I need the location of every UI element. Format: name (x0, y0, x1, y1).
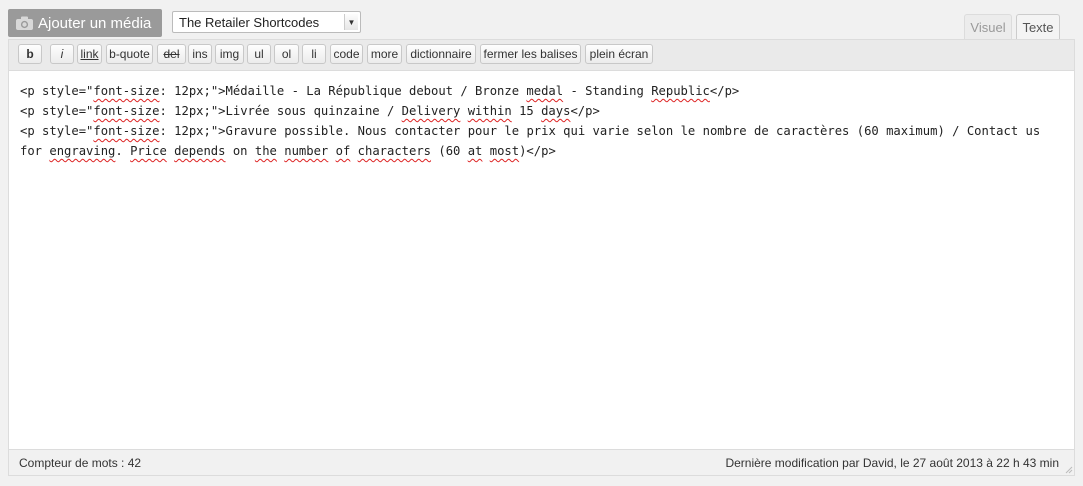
last-modified: Dernière modification par David, le 27 a… (725, 455, 1059, 470)
tab-visual[interactable]: Visuel (964, 14, 1012, 40)
shortcode-select-value: The Retailer Shortcodes (179, 14, 320, 30)
quicktag-b-button[interactable]: b (18, 44, 42, 64)
quicktag-ol-button[interactable]: ol (274, 44, 299, 64)
code-line: <p style="font-size: 12px;">Livrée sous … (20, 104, 600, 118)
quicktag-more-button[interactable]: more (367, 44, 402, 64)
quicktag-ins-button[interactable]: ins (188, 44, 212, 64)
dropdown-arrow-icon: ▼ (344, 14, 358, 30)
add-media-button[interactable]: Ajouter un média (8, 9, 162, 37)
quicktag-img-button[interactable]: img (215, 44, 244, 64)
status-bar: Compteur de mots : 42 Dernière modificat… (9, 449, 1074, 475)
quicktag-link-button[interactable]: link (77, 44, 102, 64)
html-text-area[interactable]: <p style="font-size: 12px;">Médaille - L… (9, 71, 1074, 451)
word-count: Compteur de mots : 42 (19, 455, 142, 470)
quicktag-ul-button[interactable]: ul (247, 44, 271, 64)
quicktags-toolbar: b i link b-quote del ins img ul ol li code more dict… (9, 40, 1074, 71)
editor-top-bar: Ajouter un média The Retailer Shortcodes… (0, 0, 1083, 40)
quicktag-dictionnaire-button[interactable]: dictionnaire (406, 44, 476, 64)
code-line: <p style="font-size: 12px;">Médaille - L… (20, 84, 740, 98)
quicktag-fermer-les-balises-button[interactable]: fermer les balises (480, 44, 581, 64)
tab-text[interactable]: Texte (1016, 14, 1060, 40)
quicktag-li-button[interactable]: li (302, 44, 326, 64)
quicktag-i-button[interactable]: i (50, 44, 74, 64)
editor-frame: b i link b-quote del ins img ul ol li code more dict… (8, 39, 1075, 476)
shortcode-select[interactable]: The Retailer Shortcodes ▼ (172, 11, 361, 33)
quicktag-b-quote-button[interactable]: b-quote (106, 44, 153, 64)
quicktag-del-button[interactable]: del (157, 44, 186, 64)
resize-grip-icon[interactable] (1065, 466, 1073, 474)
code-line: <p style="font-size: 12px;">Gravure poss… (20, 124, 1041, 158)
camera-icon (16, 16, 33, 30)
quicktag-plein-écran-button[interactable]: plein écran (585, 44, 653, 64)
add-media-label: Ajouter un média (38, 14, 152, 32)
quicktag-code-button[interactable]: code (330, 44, 363, 64)
